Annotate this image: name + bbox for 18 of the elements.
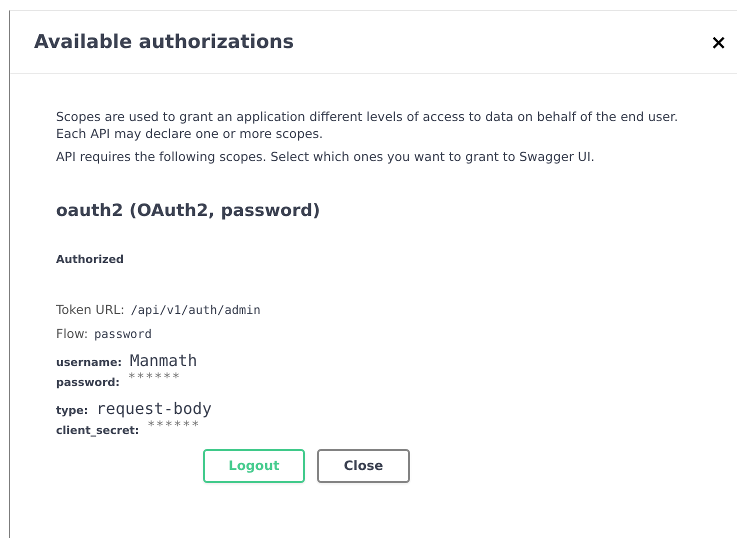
field-value: request-body xyxy=(96,399,212,418)
field-label: password: xyxy=(56,376,120,389)
field-label: type: xyxy=(56,404,88,417)
token-url-value: /api/v1/auth/admin xyxy=(130,303,261,317)
dialog-title: Available authorizations xyxy=(34,31,294,53)
flow-label: Flow: xyxy=(56,326,88,341)
token-url-label: Token URL: xyxy=(56,302,125,317)
field-label: username: xyxy=(56,356,122,369)
flow-value: password xyxy=(94,327,152,341)
description-text: API requires the following scopes. Select which ones you want to grant to Swagger UI. xyxy=(56,148,596,165)
description-text: Scopes are used to grant an application different levels of access to data on behalf of the end user. Each API may declare one or more scopes. xyxy=(56,108,680,142)
field-value: ****** xyxy=(147,419,200,434)
field-label: client_secret: xyxy=(56,424,140,437)
close-button[interactable]: Close xyxy=(317,449,410,483)
field-value: Manmath xyxy=(130,351,198,370)
status-label: Authorized xyxy=(56,253,125,266)
field-value: ****** xyxy=(128,371,181,386)
scheme-heading: oauth2 (OAuth2, password) xyxy=(56,201,322,221)
